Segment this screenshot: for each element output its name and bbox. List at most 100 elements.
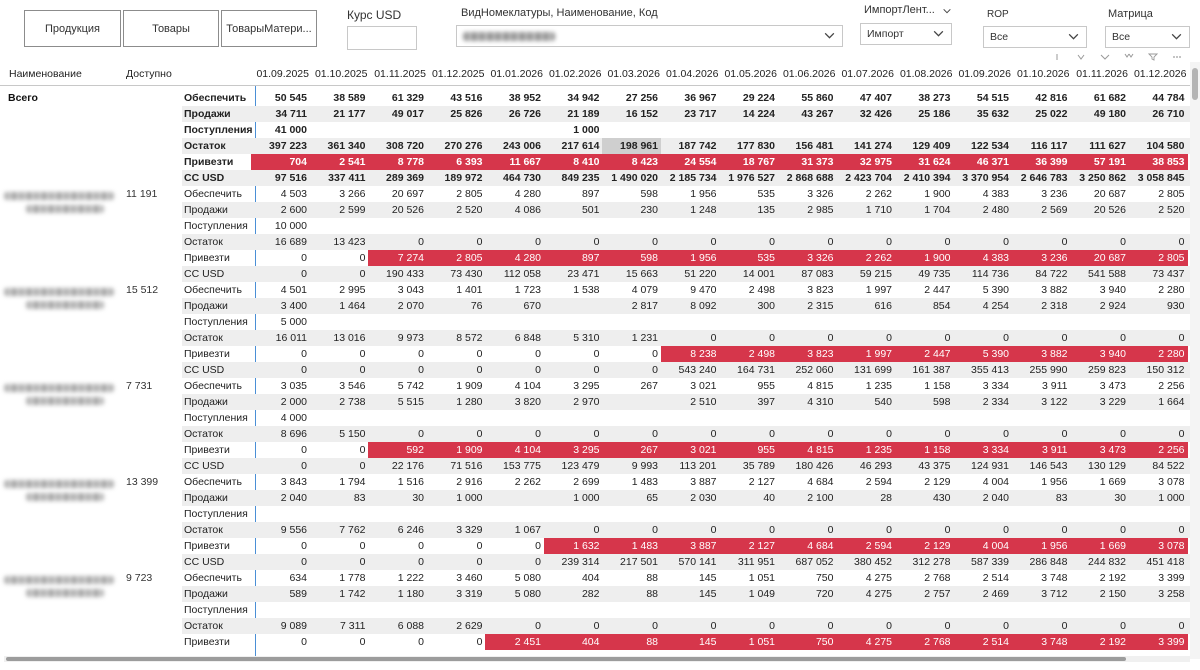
table-cell[interactable]: 0 <box>602 618 661 634</box>
table-cell[interactable] <box>368 410 427 426</box>
table-cell[interactable] <box>310 314 369 330</box>
table-cell[interactable]: 8 423 <box>602 154 661 170</box>
table-cell[interactable]: 87 083 <box>778 266 837 282</box>
table-cell[interactable]: 2 030 <box>661 490 720 506</box>
table-cell[interactable] <box>1012 218 1071 234</box>
table-cell[interactable]: 0 <box>836 522 895 538</box>
table-cell[interactable]: 3 399 <box>1128 634 1188 650</box>
table-cell[interactable]: 2 000 <box>251 394 310 410</box>
table-cell[interactable]: 14 224 <box>719 106 778 122</box>
table-cell[interactable] <box>1070 314 1129 330</box>
table-cell[interactable] <box>719 602 778 618</box>
table-cell[interactable]: 0 <box>427 554 486 570</box>
drill-up-icon[interactable] <box>1052 48 1062 60</box>
table-cell[interactable]: 0 <box>368 554 427 570</box>
table-cell[interactable] <box>602 394 661 410</box>
table-cell[interactable] <box>310 122 369 138</box>
table-cell[interactable]: 2 040 <box>953 490 1012 506</box>
table-cell[interactable] <box>368 218 427 234</box>
table-cell[interactable]: 22 176 <box>368 458 427 474</box>
table-cell[interactable] <box>602 314 661 330</box>
table-cell[interactable]: 0 <box>602 522 661 538</box>
table-cell[interactable] <box>836 410 895 426</box>
table-cell[interactable]: 31 373 <box>777 154 837 170</box>
table-cell[interactable] <box>602 410 661 426</box>
table-cell[interactable]: 0 <box>778 426 837 442</box>
table-cell[interactable] <box>1012 410 1071 426</box>
table-cell[interactable]: 26 726 <box>485 106 544 122</box>
table-cell[interactable]: 1 000 <box>544 122 603 138</box>
table-cell[interactable]: 535 <box>719 250 778 266</box>
table-cell[interactable]: 71 516 <box>427 458 486 474</box>
table-cell[interactable]: 1 669 <box>1070 474 1129 490</box>
table-cell[interactable]: 31 624 <box>894 154 954 170</box>
table-cell[interactable]: 88 <box>602 586 661 602</box>
table-cell[interactable]: 187 742 <box>661 138 720 154</box>
table-cell[interactable]: 9 556 <box>251 522 310 538</box>
table-cell[interactable]: 0 <box>1012 426 1071 442</box>
table-cell[interactable]: 4 104 <box>485 378 544 394</box>
table-cell[interactable]: 2 127 <box>719 538 778 554</box>
table-cell[interactable] <box>485 218 544 234</box>
table-cell[interactable] <box>778 314 837 330</box>
table-cell[interactable]: 587 339 <box>953 554 1012 570</box>
table-cell[interactable]: 3 887 <box>661 474 720 490</box>
table-cell[interactable]: 1 909 <box>427 378 486 394</box>
table-cell[interactable]: 955 <box>719 378 778 394</box>
horizontal-scrollbar[interactable] <box>4 656 1190 662</box>
table-cell[interactable]: 73 437 <box>1129 266 1188 282</box>
table-cell[interactable] <box>544 602 603 618</box>
table-cell[interactable]: 65 <box>602 490 661 506</box>
table-cell[interactable]: 2 768 <box>894 634 954 650</box>
table-cell[interactable]: 0 <box>661 330 720 346</box>
table-cell[interactable]: 0 <box>1012 618 1071 634</box>
table-cell[interactable]: 267 <box>602 378 661 394</box>
table-cell[interactable]: 3 021 <box>660 442 720 458</box>
table-cell[interactable]: 2 805 <box>426 250 486 266</box>
table-cell[interactable]: 598 <box>602 250 661 266</box>
table-cell[interactable]: 355 413 <box>953 362 1012 378</box>
table-cell[interactable]: 4 815 <box>778 378 837 394</box>
table-cell[interactable]: 0 <box>602 346 661 362</box>
table-cell[interactable]: 47 407 <box>836 90 895 106</box>
table-cell[interactable]: 3 326 <box>777 250 837 266</box>
table-cell[interactable]: 27 256 <box>602 90 661 106</box>
table-cell[interactable]: 3 236 <box>1011 250 1071 266</box>
table-cell[interactable]: 0 <box>661 618 720 634</box>
table-cell[interactable]: 23 471 <box>544 266 603 282</box>
table-cell[interactable]: 0 <box>368 234 427 250</box>
table-cell[interactable]: 2 318 <box>1012 298 1071 314</box>
table-cell[interactable] <box>895 218 954 234</box>
table-cell[interactable] <box>836 506 895 522</box>
column-header-date[interactable]: 01.05.2026 <box>719 68 777 80</box>
table-cell[interactable]: 161 387 <box>895 362 954 378</box>
table-cell[interactable]: 36 967 <box>661 90 720 106</box>
table-cell[interactable]: 0 <box>778 330 837 346</box>
table-cell[interactable]: 0 <box>1129 426 1188 442</box>
table-cell[interactable]: 1 180 <box>368 586 427 602</box>
table-cell[interactable]: 3 058 845 <box>1129 170 1188 186</box>
table-cell[interactable]: 2 185 734 <box>661 170 720 186</box>
table-cell[interactable]: 2 768 <box>895 570 954 586</box>
table-cell[interactable]: 3 035 <box>251 378 310 394</box>
table-cell[interactable] <box>661 122 720 138</box>
more-options-icon[interactable] <box>1172 48 1182 58</box>
table-cell[interactable] <box>895 314 954 330</box>
table-cell[interactable]: 3 266 <box>310 186 369 202</box>
column-header-date[interactable]: 01.01.2026 <box>485 68 543 80</box>
table-cell[interactable]: 6 246 <box>368 522 427 538</box>
expand-icon[interactable] <box>1100 48 1110 60</box>
table-cell[interactable]: 29 224 <box>719 90 778 106</box>
table-cell[interactable]: 3 473 <box>1070 378 1129 394</box>
table-cell[interactable] <box>1129 506 1188 522</box>
table-cell[interactable]: 2 423 704 <box>836 170 895 186</box>
table-cell[interactable]: 0 <box>310 554 369 570</box>
table-cell[interactable]: 2 447 <box>895 282 954 298</box>
table-cell[interactable]: 2 280 <box>1129 282 1188 298</box>
table-cell[interactable]: 4 004 <box>953 474 1012 490</box>
table-cell[interactable]: 1 900 <box>895 186 954 202</box>
table-cell[interactable]: 150 312 <box>1129 362 1188 378</box>
table-cell[interactable]: 34 711 <box>251 106 310 122</box>
table-cell[interactable]: 3 258 <box>1129 586 1188 602</box>
table-cell[interactable]: 592 <box>368 442 427 458</box>
